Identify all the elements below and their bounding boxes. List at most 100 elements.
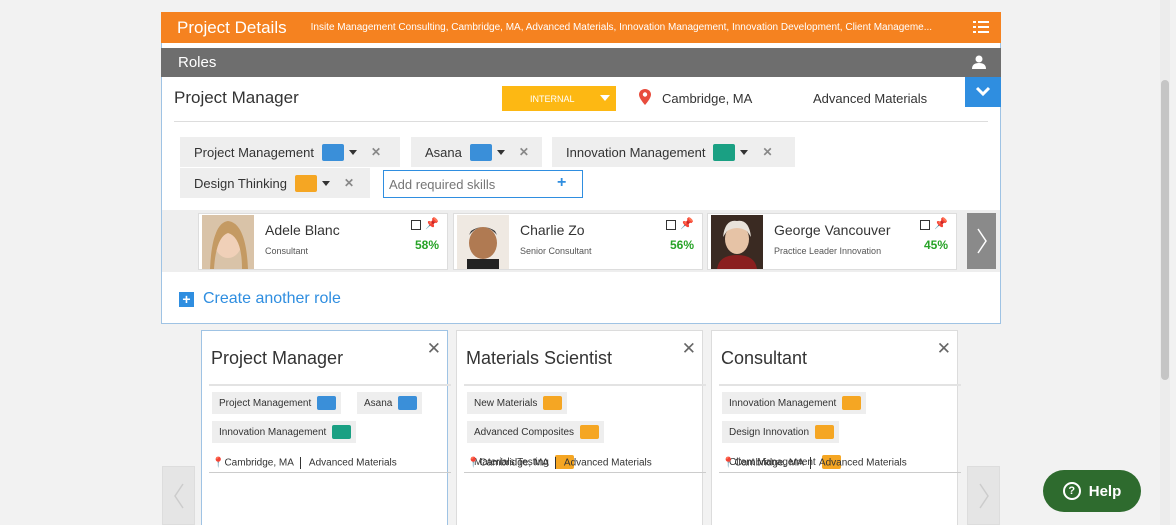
skill-chip: Asana xyxy=(357,392,423,414)
handshake-icon xyxy=(321,143,344,161)
chevron-down-icon[interactable] xyxy=(496,149,505,155)
handshake-icon xyxy=(469,143,492,161)
role-card[interactable]: Project Manager ✕ Project Management Asa… xyxy=(201,330,451,525)
role-card-location: Cambridge, MA xyxy=(224,457,294,469)
laurel-icon xyxy=(580,425,600,439)
close-icon[interactable]: ✕ xyxy=(371,145,381,159)
checkbox-icon[interactable] xyxy=(920,220,930,230)
match-percent: 58% xyxy=(414,238,439,252)
candidate-card[interactable]: George Vancouver Practice Leader Innovat… xyxy=(707,213,957,270)
prev-role-button[interactable] xyxy=(162,466,195,525)
close-icon[interactable]: ✕ xyxy=(762,145,772,159)
match-percent: 56% xyxy=(669,238,694,252)
divider xyxy=(719,472,961,473)
location-pin-icon: 📍 xyxy=(467,457,480,469)
match-percent: 45% xyxy=(923,238,948,252)
roles-title: Roles xyxy=(178,54,217,71)
next-candidates-button[interactable] xyxy=(967,213,996,269)
role-card-meta: 📍Cambridge, MA Advanced Materials xyxy=(212,457,397,469)
checkbox-icon[interactable] xyxy=(666,220,676,230)
add-skill-input[interactable] xyxy=(383,170,583,198)
divider xyxy=(209,472,451,473)
candidate-role: Consultant xyxy=(265,246,309,256)
checkbox-icon[interactable] xyxy=(411,220,421,230)
pin-icon[interactable]: 📌 xyxy=(680,217,694,230)
skill-chip[interactable]: Project Management ✕ xyxy=(180,137,400,167)
divider xyxy=(174,121,988,122)
candidate-name: Adele Blanc xyxy=(265,222,340,238)
project-details-summary: Insite Management Consulting, Cambridge,… xyxy=(310,22,933,33)
skill-chip: Design Innovation xyxy=(722,421,840,443)
skill-label: Asana xyxy=(364,397,393,409)
chevron-down-icon[interactable] xyxy=(348,149,357,155)
chevron-down-icon xyxy=(975,86,991,97)
close-icon[interactable]: ✕ xyxy=(344,176,354,190)
create-role-link[interactable]: + Create another role xyxy=(179,290,341,308)
location-pin-icon xyxy=(639,89,651,105)
candidate-card[interactable]: Adele Blanc Consultant 📌 58% xyxy=(198,213,448,270)
role-card-title: Consultant xyxy=(721,348,808,368)
divider xyxy=(464,472,706,473)
skill-chip: Innovation Management xyxy=(212,421,357,443)
skill-label: New Materials xyxy=(474,397,538,409)
plus-icon: + xyxy=(179,291,194,307)
skill-chip: Advanced Composites xyxy=(467,421,605,443)
close-icon[interactable]: ✕ xyxy=(937,339,951,359)
project-details-bar[interactable]: Project Details Insite Management Consul… xyxy=(161,12,1001,43)
pin-icon[interactable]: 📌 xyxy=(425,217,439,230)
candidate-name: Charlie Zo xyxy=(520,222,585,238)
divider xyxy=(209,384,451,386)
role-type-dropdown[interactable]: INTERNAL xyxy=(502,86,616,111)
user-icon[interactable] xyxy=(971,54,987,70)
chevron-right-icon xyxy=(978,483,989,508)
laurel-icon xyxy=(842,396,862,410)
role-card-location: Cambridge, MA xyxy=(479,457,549,469)
skill-chip: New Materials xyxy=(467,392,568,414)
role-card[interactable]: Consultant ✕ Innovation Management Desig… xyxy=(711,330,961,525)
skill-chip[interactable]: Asana ✕ xyxy=(411,137,542,167)
close-icon[interactable]: ✕ xyxy=(427,339,441,359)
avatar xyxy=(202,215,254,269)
plus-icon[interactable]: + xyxy=(557,174,566,192)
skill-chip[interactable]: Design Thinking ✕ xyxy=(180,168,370,198)
divider xyxy=(464,384,706,386)
skill-label: Design Thinking xyxy=(194,175,287,191)
skill-chip: Innovation Management xyxy=(722,392,867,414)
laurel-icon xyxy=(543,396,563,410)
location-pin-icon: 📍 xyxy=(212,457,225,469)
roles-header: Roles xyxy=(161,48,1001,77)
chevron-left-icon xyxy=(173,483,184,508)
candidate-card[interactable]: Charlie Zo Senior Consultant 📌 56% xyxy=(453,213,703,270)
chevron-right-icon xyxy=(976,228,987,254)
skill-chip[interactable]: Innovation Management ✕ xyxy=(552,137,795,167)
role-title[interactable]: Project Manager xyxy=(174,88,299,108)
chevron-down-icon[interactable] xyxy=(740,149,749,155)
close-icon[interactable]: ✕ xyxy=(519,145,529,159)
skill-label: Project Management xyxy=(219,397,312,409)
role-practice[interactable]: Advanced Materials xyxy=(813,91,927,106)
pin-icon[interactable]: 📌 xyxy=(934,217,948,230)
role-card-practice: Advanced Materials xyxy=(818,457,907,469)
next-role-button[interactable] xyxy=(967,466,1000,525)
collapse-button[interactable] xyxy=(965,77,1001,107)
skill-label: Asana xyxy=(425,144,462,160)
role-card-title: Project Manager xyxy=(211,348,344,368)
role-card[interactable]: Materials Scientist ✕ New Materials Adva… xyxy=(456,330,706,525)
laurel-icon xyxy=(294,174,317,192)
help-label: Help xyxy=(1088,482,1122,500)
role-card-location: Cambridge, MA xyxy=(734,457,804,469)
chevron-down-icon[interactable] xyxy=(321,180,330,186)
candidate-role: Senior Consultant xyxy=(520,246,592,256)
role-card-title: Materials Scientist xyxy=(466,348,613,368)
role-card-practice: Advanced Materials xyxy=(563,457,652,469)
role-location[interactable]: Cambridge, MA xyxy=(662,91,752,106)
page-scrollbar-thumb[interactable] xyxy=(1161,80,1169,380)
skill-label: Innovation Management xyxy=(729,397,837,409)
handshake-icon xyxy=(398,396,418,410)
role-card-meta: 📍Cambridge, MA Advanced Materials xyxy=(467,457,652,469)
close-icon[interactable]: ✕ xyxy=(682,339,696,359)
help-button[interactable]: ? Help xyxy=(1043,470,1141,512)
pencil-icon xyxy=(713,143,736,161)
create-role-label: Create another role xyxy=(203,290,341,307)
list-icon[interactable] xyxy=(973,19,989,35)
